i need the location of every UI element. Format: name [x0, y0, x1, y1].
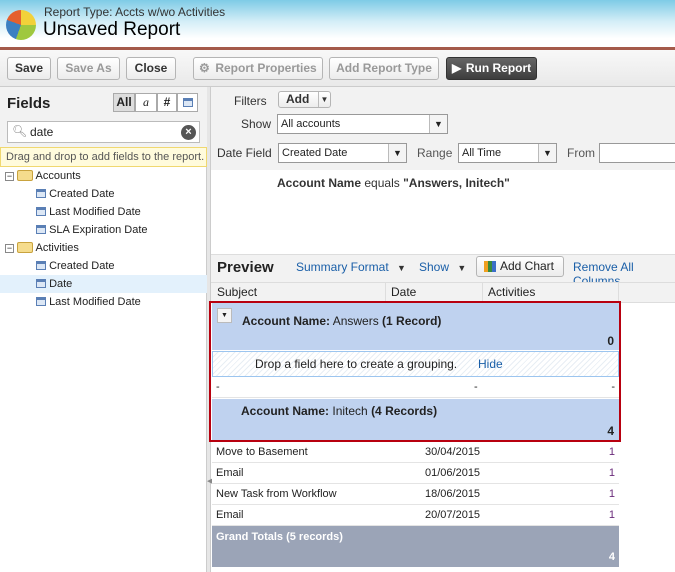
grand-totals-row: Grand Totals (5 records) 4 [212, 526, 619, 567]
tree-item-selected[interactable]: Date [0, 275, 207, 293]
preview-title: Preview [217, 259, 274, 276]
show-select[interactable]: All accounts ▼ [277, 114, 448, 134]
calendar-icon [182, 98, 193, 107]
report-properties-button[interactable]: ⚙ Report Properties [193, 57, 323, 80]
collapse-icon[interactable]: − [5, 172, 14, 181]
folder-icon [17, 242, 34, 253]
table-row: Email 01/06/2015 1 [212, 463, 619, 484]
calendar-icon [36, 225, 46, 234]
column-date[interactable]: Date [386, 283, 483, 302]
from-label: From [567, 146, 595, 160]
filter-criteria: Account Name equals "Answers, Initech" [277, 176, 510, 190]
filter-number[interactable]: # [157, 93, 177, 112]
tree-item[interactable]: Last Modified Date [0, 293, 207, 311]
add-report-type-button[interactable]: Add Report Type [329, 57, 439, 80]
calendar-icon [36, 189, 46, 198]
run-report-button[interactable]: ▶ Run Report [446, 57, 537, 80]
filter-date[interactable] [177, 93, 198, 112]
clear-search-icon[interactable]: × [181, 125, 196, 140]
show-menu[interactable]: Show ▼ [419, 260, 466, 274]
folder-icon [17, 170, 34, 181]
filter-text[interactable]: a [135, 93, 157, 112]
calendar-icon [36, 297, 46, 306]
summary-format-menu[interactable]: Summary Format ▼ [296, 260, 406, 274]
report-logo-icon [6, 10, 36, 40]
search-icon: 🔍︎ [12, 124, 28, 138]
chevron-down-icon: ▼ [429, 115, 447, 133]
play-icon: ▶ [452, 61, 462, 75]
highlight-box [209, 301, 621, 442]
date-field-label: Date Field [217, 146, 272, 160]
tree-item[interactable]: SLA Expiration Date [0, 221, 207, 239]
add-chart-button[interactable]: Add Chart [476, 256, 564, 277]
chevron-down-icon: ▼ [388, 144, 406, 162]
filter-all[interactable]: All [113, 93, 135, 112]
close-button[interactable]: Close [126, 57, 176, 80]
chevron-down-icon: ▼ [318, 92, 330, 107]
report-type: Report Type: Accts w/wo Activities [44, 5, 226, 19]
add-filter-button[interactable]: Add ▼ [278, 91, 331, 108]
calendar-icon [36, 279, 46, 288]
table-row: Move to Basement 30/04/2015 1 [212, 442, 619, 463]
range-select[interactable]: All Time ▼ [458, 143, 557, 163]
fields-title: Fields [7, 95, 51, 112]
calendar-icon [36, 207, 46, 216]
tree-item[interactable]: Created Date [0, 257, 207, 275]
page-title: Unsaved Report [43, 19, 181, 40]
gear-icon: ⚙ [199, 61, 210, 75]
column-activities[interactable]: Activities [483, 283, 619, 302]
collapse-icon[interactable]: − [5, 244, 14, 253]
calendar-icon [36, 261, 46, 270]
tree-item[interactable]: Created Date [0, 185, 207, 203]
table-row: New Task from Workflow 18/06/2015 1 [212, 484, 619, 505]
save-button[interactable]: Save [7, 57, 51, 80]
tree-folder-activities[interactable]: − Activities [0, 239, 207, 257]
tree-item[interactable]: Last Modified Date [0, 203, 207, 221]
save-as-button[interactable]: Save As [57, 57, 120, 80]
tree-folder-accounts[interactable]: − Accounts [0, 167, 207, 185]
column-subject[interactable]: Subject [212, 283, 386, 302]
date-field-select[interactable]: Created Date ▼ [278, 143, 407, 163]
table-row: Email 20/07/2015 1 [212, 505, 619, 526]
show-label: Show [241, 117, 272, 131]
from-date-input[interactable] [599, 143, 675, 163]
range-label: Range [417, 146, 453, 160]
bar-chart-icon [484, 261, 496, 272]
drag-tip: Drag and drop to add fields to the repor… [0, 147, 207, 167]
chevron-down-icon: ▼ [538, 144, 556, 162]
field-search-input[interactable]: 🔍︎ date × [7, 121, 200, 143]
filters-label: Filters [234, 94, 267, 108]
